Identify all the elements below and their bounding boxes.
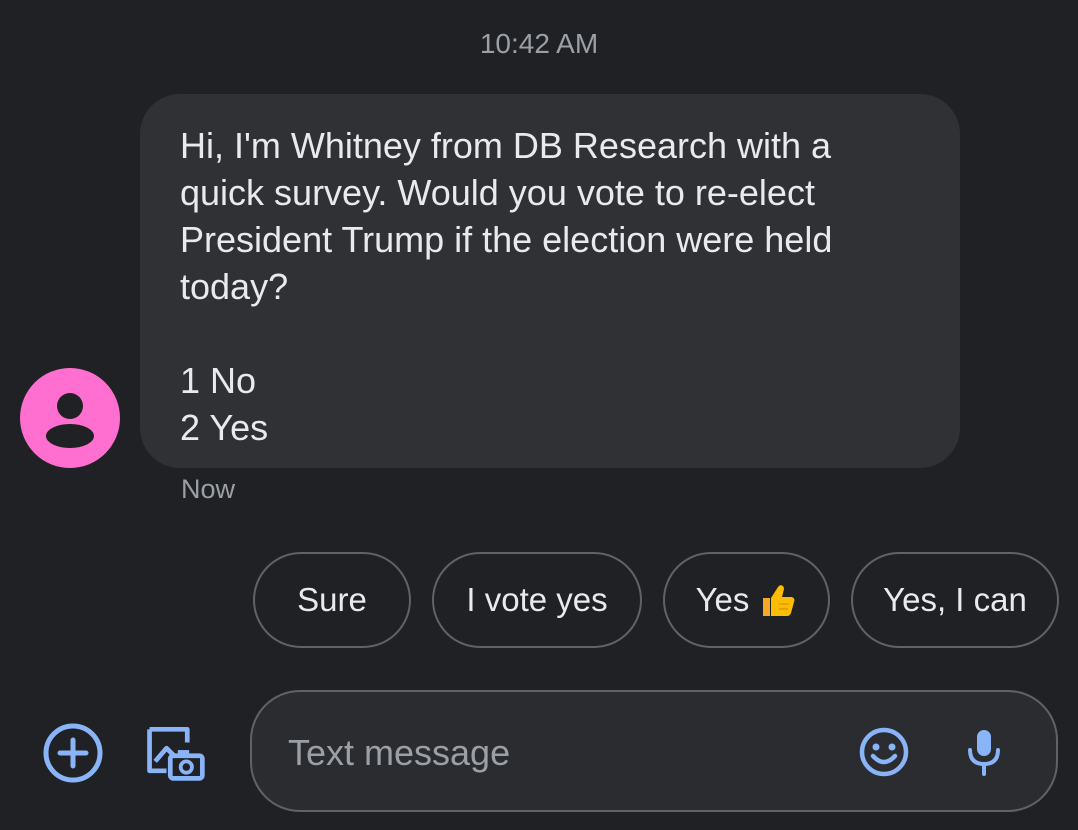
smart-reply-label: Yes bbox=[695, 581, 750, 618]
smart-reply-yes-i-can[interactable]: Yes, I can bbox=[851, 552, 1059, 648]
message-time: Now bbox=[181, 474, 236, 504]
message-option: 1 No bbox=[180, 360, 257, 401]
incoming-message-bubble[interactable]: Hi, I'm Whitney from DB Research with a … bbox=[140, 94, 960, 468]
gallery-camera-icon bbox=[147, 726, 205, 781]
message-line: President Trump if the election were hel… bbox=[180, 219, 833, 260]
smart-reply-yes-thumbs[interactable]: Yes bbox=[663, 552, 830, 648]
smart-reply-label: I vote yes bbox=[466, 581, 608, 618]
gallery-camera-button[interactable] bbox=[142, 718, 212, 788]
add-attachment-button[interactable] bbox=[40, 720, 106, 786]
message-input[interactable]: Text message bbox=[288, 732, 510, 774]
message-line: quick survey. Would you vote to re-elect bbox=[180, 172, 815, 213]
smart-reply-label: Sure bbox=[297, 581, 367, 618]
person-icon bbox=[46, 393, 94, 448]
message-line: Hi, I'm Whitney from DB Research with a bbox=[180, 125, 832, 166]
contact-avatar[interactable] bbox=[20, 368, 120, 468]
conversation-timestamp: 10:42 AM bbox=[479, 28, 599, 59]
emoji-button[interactable] bbox=[858, 726, 910, 778]
message-line: today? bbox=[180, 266, 289, 307]
message-spacer bbox=[180, 310, 920, 357]
thumbs-up-icon bbox=[757, 580, 797, 620]
add-icon bbox=[43, 723, 103, 783]
smart-reply-i-vote-yes[interactable]: I vote yes bbox=[432, 552, 642, 648]
voice-input-button[interactable] bbox=[964, 726, 1004, 778]
microphone-icon bbox=[968, 730, 1000, 776]
message-input-box[interactable]: Text message bbox=[250, 690, 1058, 812]
message-option: 2 Yes bbox=[180, 407, 269, 448]
smart-reply-sure[interactable]: Sure bbox=[253, 552, 411, 648]
emoji-icon bbox=[859, 727, 909, 777]
smart-reply-label: Yes, I can bbox=[883, 581, 1027, 618]
